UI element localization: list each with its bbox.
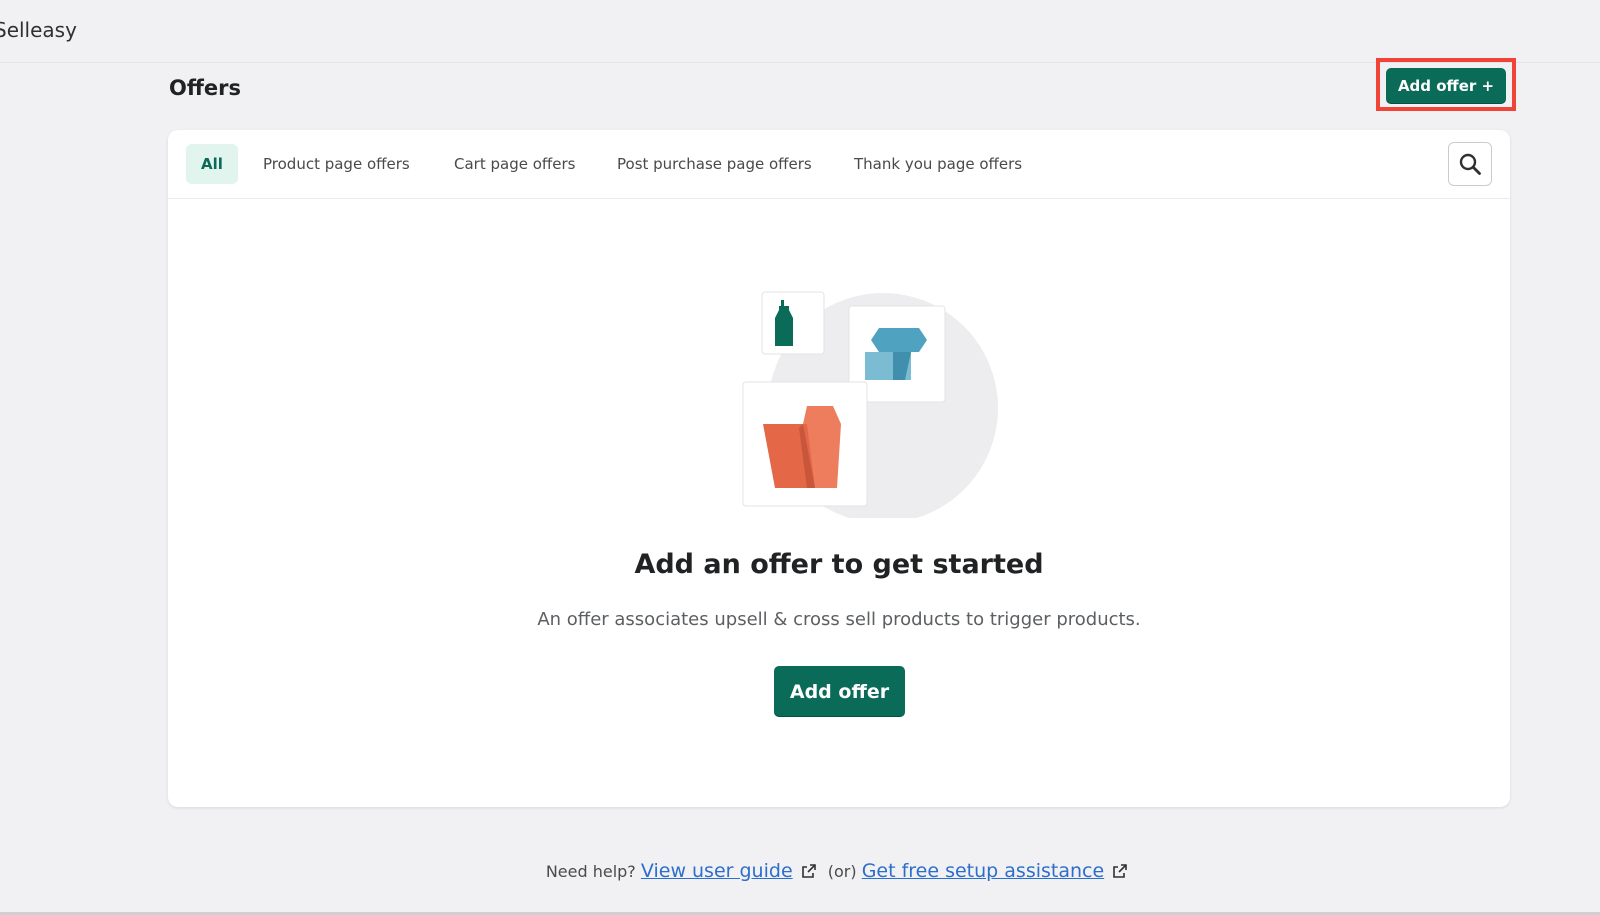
- add-offer-empty-button[interactable]: Add offer: [774, 666, 905, 717]
- help-separator: (or): [827, 862, 857, 881]
- search-icon: [1459, 153, 1481, 175]
- card-vase: [742, 381, 868, 507]
- empty-state-description: An offer associates upsell & cross sell …: [537, 609, 1141, 630]
- top-bar: Selleasy: [0, 0, 1600, 63]
- card-bottle: [761, 291, 825, 355]
- tab-thank-you-page-offers[interactable]: Thank you page offers: [846, 144, 1030, 184]
- tab-product-page-offers[interactable]: Product page offers: [255, 144, 418, 184]
- search-button[interactable]: [1448, 142, 1492, 186]
- free-setup-assistance-link[interactable]: Get free setup assistance: [862, 860, 1104, 882]
- help-prefix: Need help?: [545, 862, 636, 881]
- tab-post-purchase-page-offers[interactable]: Post purchase page offers: [609, 144, 820, 184]
- tab-all[interactable]: All: [186, 144, 238, 184]
- external-link-icon: [1113, 863, 1127, 878]
- tab-cart-page-offers[interactable]: Cart page offers: [446, 144, 583, 184]
- empty-state-illustration: [742, 291, 998, 518]
- offers-card: All Product page offers Cart page offers…: [168, 130, 1510, 807]
- help-footer: Need help? View user guide (or) Get free…: [0, 860, 1600, 883]
- add-offer-button[interactable]: Add offer +: [1386, 68, 1506, 104]
- view-user-guide-link[interactable]: View user guide: [641, 860, 793, 882]
- page-title: Offers: [169, 76, 241, 100]
- offer-tabs: All Product page offers Cart page offers…: [168, 130, 1510, 199]
- app-name: Selleasy: [0, 18, 77, 42]
- empty-state-title: Add an offer to get started: [634, 549, 1044, 580]
- external-link-icon: [801, 863, 816, 878]
